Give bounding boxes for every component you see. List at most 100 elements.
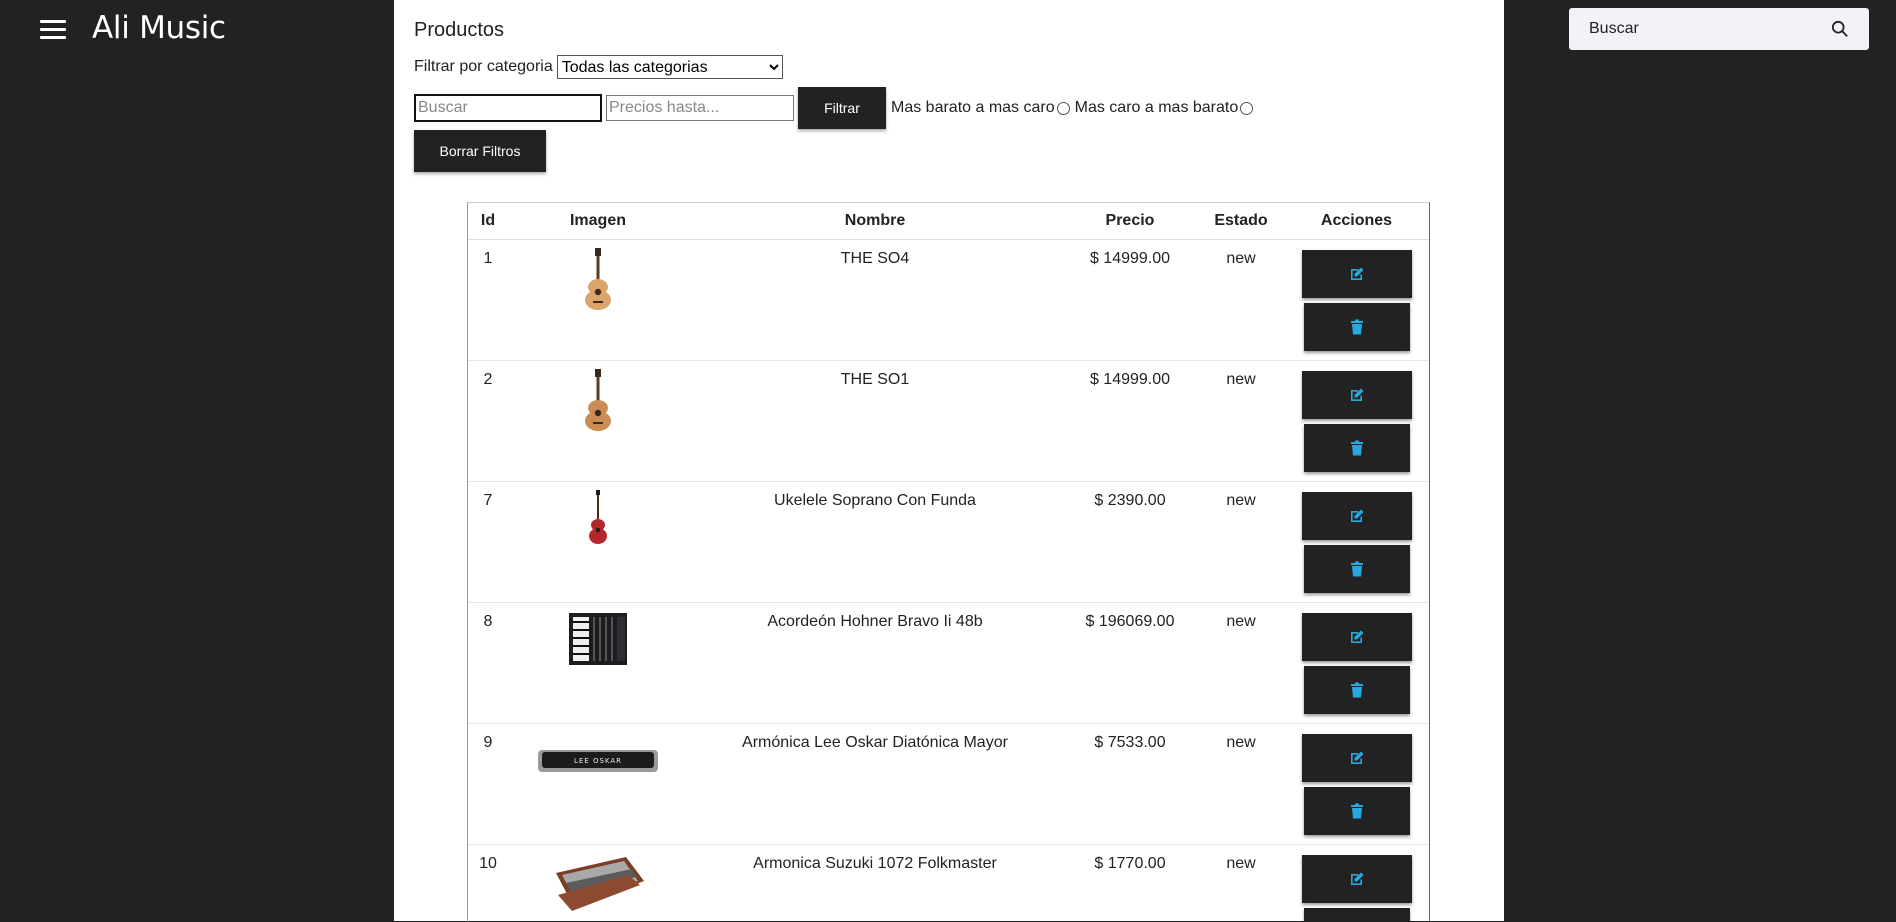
table-row: 2 THE SO1 $ 14999.00 new [468, 361, 1429, 482]
header-name: Nombre [844, 212, 906, 229]
edit-button[interactable] [1301, 371, 1412, 419]
table-row: 7 Ukelele Soprano Con Funda $ 2390.00 ne… [468, 482, 1429, 603]
guitar-image [585, 248, 611, 310]
edit-button[interactable] [1301, 492, 1412, 540]
ukulele-image [589, 490, 607, 544]
product-image [508, 361, 688, 481]
main-panel: Productos Filtrar por categoria Todas la… [394, 0, 1504, 922]
row-actions [1284, 724, 1429, 844]
row-state: new [1226, 613, 1256, 630]
row-id: 2 [483, 371, 493, 388]
row-price: $ 14999.00 [1089, 250, 1171, 267]
harmonica-case-image [556, 857, 644, 911]
edit-button[interactable] [1301, 855, 1412, 903]
sort-desc-label: Mas caro a mas barato [1074, 99, 1239, 116]
table-row: 9 LEE OSKAR Armónica Lee Oskar Diatónica… [468, 724, 1429, 845]
row-name: Armónica Lee Oskar Diatónica Mayor [742, 734, 1008, 751]
table-row: 8 Acordeón Hohner Bravo Ii 48b $ 196069.… [468, 603, 1429, 724]
edit-button[interactable] [1301, 250, 1412, 298]
row-name: THE SO1 [840, 371, 910, 388]
edit-button[interactable] [1301, 613, 1412, 661]
header-image: Imagen [569, 212, 626, 229]
delete-button[interactable] [1303, 545, 1410, 593]
top-search [1569, 8, 1869, 50]
filter-controls: Filtrar Mas barato a mas caro Mas caro a… [414, 87, 1254, 129]
top-search-input[interactable] [1569, 8, 1829, 50]
menu-icon[interactable] [40, 20, 66, 42]
header-state: Estado [1214, 212, 1268, 229]
clear-filters-button[interactable]: Borrar Filtros [414, 130, 546, 172]
category-select[interactable]: Todas las categorias [556, 55, 783, 79]
edit-icon [1350, 872, 1363, 885]
delete-button[interactable] [1303, 787, 1410, 835]
page-title: Productos [414, 19, 505, 41]
table-row: 10 Armonica Suzuki 1072 Folkmaster $ 177… [468, 845, 1429, 922]
products-table: Id Imagen Nombre Precio Estado Acciones … [467, 202, 1430, 922]
sort-desc-option[interactable]: Mas caro a mas barato [1075, 99, 1254, 117]
row-id: 8 [483, 613, 493, 630]
accordion-image [569, 613, 627, 665]
delete-button[interactable] [1303, 908, 1410, 922]
product-image [508, 603, 688, 723]
row-state: new [1226, 734, 1256, 751]
row-price: $ 14999.00 [1089, 371, 1171, 388]
row-id: 9 [483, 734, 493, 751]
sort-asc-radio[interactable] [1056, 101, 1070, 115]
row-actions [1284, 845, 1429, 922]
category-filter: Filtrar por categoria Todas las categori… [414, 55, 783, 79]
trash-icon [1350, 561, 1363, 577]
delete-button[interactable] [1303, 424, 1410, 472]
delete-button[interactable] [1303, 666, 1410, 714]
search-icon[interactable] [1831, 20, 1849, 38]
harmonica-image: LEE OSKAR [538, 750, 658, 772]
edit-icon [1350, 751, 1363, 764]
sort-desc-radio[interactable] [1240, 101, 1254, 115]
edit-icon [1350, 267, 1363, 280]
row-actions [1284, 240, 1429, 360]
row-state: new [1226, 492, 1256, 509]
row-name: Armonica Suzuki 1072 Folkmaster [753, 855, 997, 872]
table-row: 1 THE SO4 $ 14999.00 new [468, 240, 1429, 361]
row-name: Ukelele Soprano Con Funda [774, 492, 976, 509]
category-label: Filtrar por categoria [414, 58, 553, 75]
trash-icon [1350, 682, 1363, 698]
row-name: Acordeón Hohner Bravo Ii 48b [767, 613, 983, 630]
price-input[interactable] [606, 95, 794, 121]
trash-icon [1350, 319, 1363, 335]
guitar-image [585, 369, 611, 431]
row-price: $ 7533.00 [1094, 734, 1166, 751]
brand-title: Ali Music [92, 10, 226, 46]
edit-button[interactable] [1301, 734, 1412, 782]
row-state: new [1226, 371, 1256, 388]
sort-asc-label: Mas barato a mas caro [891, 99, 1055, 116]
sort-asc-option[interactable]: Mas barato a mas caro [891, 99, 1070, 117]
row-price: $ 196069.00 [1085, 613, 1175, 630]
trash-icon [1350, 440, 1363, 456]
filter-button[interactable]: Filtrar [798, 87, 886, 129]
search-input[interactable] [414, 94, 602, 122]
edit-icon [1350, 388, 1363, 401]
edit-icon [1350, 630, 1363, 643]
header-price: Precio [1105, 212, 1155, 229]
product-image: LEE OSKAR [508, 724, 688, 844]
row-id: 7 [483, 492, 493, 509]
row-actions [1284, 603, 1429, 723]
row-price: $ 2390.00 [1094, 492, 1166, 509]
row-id: 1 [483, 250, 493, 267]
row-id: 10 [479, 855, 497, 872]
delete-button[interactable] [1303, 303, 1410, 351]
product-image [508, 845, 688, 922]
header-actions: Acciones [1320, 212, 1393, 229]
table-header: Id Imagen Nombre Precio Estado Acciones [468, 203, 1429, 240]
row-state: new [1226, 855, 1256, 872]
row-name: THE SO4 [840, 250, 910, 267]
product-image [508, 240, 688, 360]
harmonica-brand-text: LEE OSKAR [574, 757, 622, 765]
row-actions [1284, 482, 1429, 602]
row-price: $ 1770.00 [1094, 855, 1166, 872]
header-id: Id [480, 212, 496, 229]
product-image [508, 482, 688, 602]
trash-icon [1350, 803, 1363, 819]
row-state: new [1226, 250, 1256, 267]
edit-icon [1350, 509, 1363, 522]
